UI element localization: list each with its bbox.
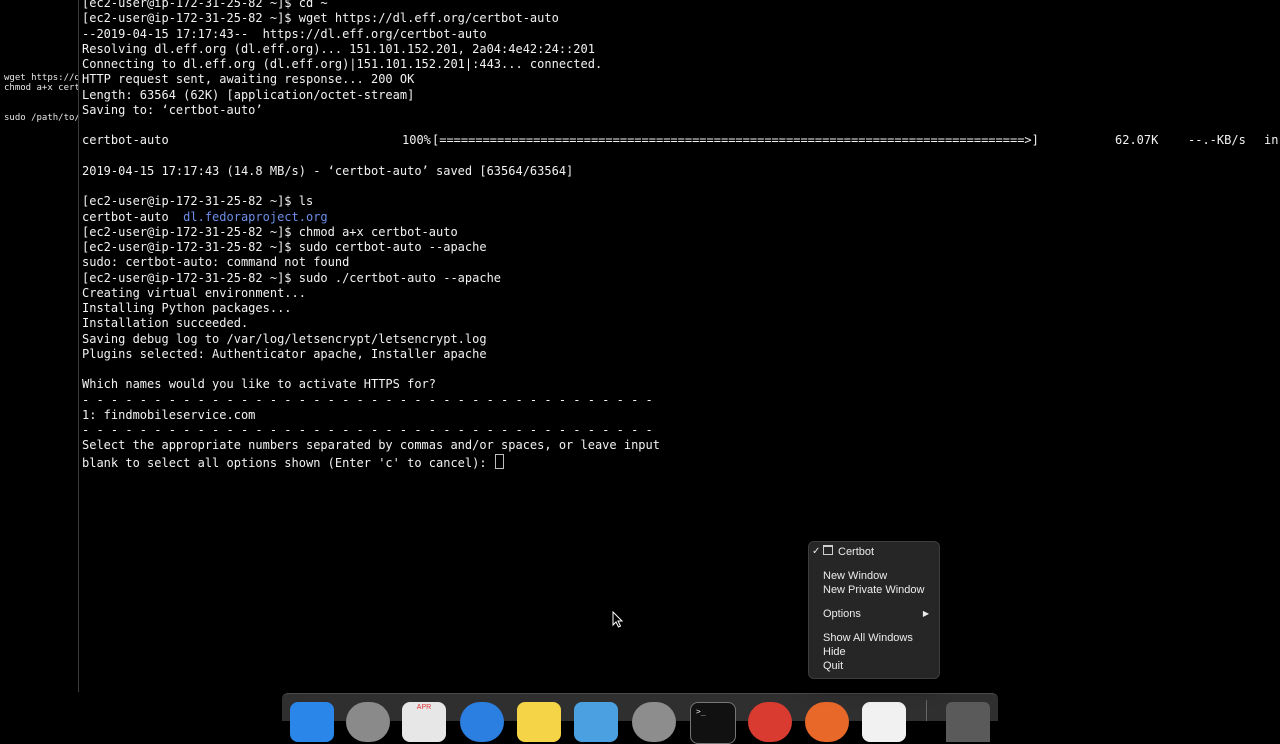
terminal-line: Resolving dl.eff.org (dl.eff.org)... 151… bbox=[82, 41, 595, 56]
notes-icon[interactable] bbox=[517, 702, 561, 742]
terminal-line: Which names would you like to activate H… bbox=[82, 377, 437, 392]
prompt-text: blank to select all options shown (Enter… bbox=[82, 455, 494, 470]
left-terminal-pane[interactable]: wget https://d chmod a+x cert sudo /path… bbox=[0, 0, 79, 692]
terminal-line: Connecting to dl.eff.org (dl.eff.org)|15… bbox=[82, 57, 603, 71]
terminal-line: [ec2-user@ip-172-31-25-82 ~]$ cd ~ bbox=[82, 0, 328, 10]
terminal-line: HTTP request sent, awaiting response... … bbox=[82, 72, 415, 87]
menu-item-show-all-windows[interactable]: Show All Windows bbox=[823, 631, 933, 645]
calendar-month: APR bbox=[416, 704, 432, 711]
menu-item-options[interactable]: Options ▶ bbox=[823, 607, 933, 621]
terminal-prompt-glyph: >_ bbox=[696, 707, 706, 716]
window-icon bbox=[823, 545, 833, 555]
menu-item-hide[interactable]: Hide bbox=[823, 645, 933, 659]
menu-item-new-private-window[interactable]: New Private Window bbox=[823, 583, 933, 597]
left-pane-line: wget https://d bbox=[4, 73, 79, 83]
terminal-line: Saving to: ‘certbot-auto’ bbox=[82, 102, 263, 117]
menu-item-label: Certbot bbox=[838, 546, 875, 558]
terminal-line: [ec2-user@ip-172-31-25-82 ~]$ wget https… bbox=[82, 11, 559, 26]
input-prompt-line: blank to select all options shown (Enter… bbox=[82, 453, 504, 470]
ls-file: certbot-auto bbox=[82, 209, 169, 224]
menu-item-label: Options bbox=[823, 608, 861, 620]
terminal-line: 1: findmobileservice.com bbox=[82, 407, 256, 422]
progress-rate: --.-KB/s bbox=[1188, 133, 1246, 148]
terminal-line: - - - - - - - - - - - - - - - - - - - - … bbox=[82, 392, 653, 407]
terminal-line: Installation succeeded. bbox=[82, 316, 249, 331]
terminal-line: Length: 63564 (62K) [application/octet-s… bbox=[82, 87, 415, 102]
terminal-line: Installing Python packages... bbox=[82, 301, 292, 315]
menu-item-certbot-window[interactable]: ✓ Certbot bbox=[812, 545, 933, 559]
progress-filename: certbot-auto bbox=[82, 133, 169, 148]
ls-directory: dl.fedoraproject.org bbox=[183, 209, 328, 224]
left-pane-line: sudo /path/to/ bbox=[4, 113, 79, 123]
terminal-window[interactable]: [ec2-user@ip-172-31-25-82 ~]$ cd ~ [ec2-u… bbox=[80, 0, 1280, 692]
terminal-line: --2019-04-15 17:17:43-- https://dl.eff.o… bbox=[82, 26, 487, 41]
terminal-line: [ec2-user@ip-172-31-25-82 ~]$ sudo ./cer… bbox=[82, 270, 502, 285]
launchpad-icon[interactable] bbox=[346, 702, 390, 742]
calendar-icon[interactable]: APR bbox=[402, 702, 446, 742]
progress-bar: [=======================================… bbox=[432, 133, 1039, 148]
menu-item-quit[interactable]: Quit bbox=[823, 659, 933, 673]
progress-size: 62.07K bbox=[1115, 133, 1159, 148]
terminal-line: [ec2-user@ip-172-31-25-82 ~]$ sudo certb… bbox=[82, 240, 487, 254]
terminal-line: [ec2-user@ip-172-31-25-82 ~]$ chmod a+x … bbox=[82, 224, 458, 239]
terminal-line: [ec2-user@ip-172-31-25-82 ~]$ ls bbox=[82, 194, 314, 209]
ls-output-line: certbot-auto dl.fedoraproject.org bbox=[82, 210, 328, 225]
left-pane-line: chmod a+x cert bbox=[4, 83, 79, 93]
terminal-line: Plugins selected: Authenticator apache, … bbox=[82, 346, 487, 361]
menu-item-new-window[interactable]: New Window bbox=[823, 569, 933, 583]
submenu-arrow-icon: ▶ bbox=[922, 609, 929, 618]
mouse-pointer-icon bbox=[612, 611, 624, 628]
chrome-icon[interactable] bbox=[748, 702, 792, 742]
safari-icon[interactable] bbox=[460, 702, 504, 742]
progress-percent: 100% bbox=[402, 133, 431, 148]
terminal-line: Select the appropriate numbers separated… bbox=[82, 438, 660, 453]
terminal-line: 2019-04-15 17:17:43 (14.8 MB/s) - ‘certb… bbox=[82, 163, 574, 178]
terminal-line: sudo: certbot-auto: command not found bbox=[82, 255, 350, 270]
terminal-line: Saving debug log to /var/log/letsencrypt… bbox=[82, 331, 487, 346]
checkmark-icon: ✓ bbox=[812, 546, 821, 557]
text-cursor[interactable] bbox=[494, 453, 504, 469]
terminal-icon[interactable]: >_ bbox=[690, 702, 736, 744]
firefox-icon[interactable] bbox=[805, 702, 849, 742]
terminal-line: Creating virtual environment... bbox=[82, 285, 306, 300]
download-progress-line: certbot-auto 100% [=======================… bbox=[82, 133, 1280, 148]
terminal-line: - - - - - - - - - - - - - - - - - - - - … bbox=[82, 423, 653, 437]
textedit-icon[interactable] bbox=[862, 702, 906, 742]
dock: APR >_ bbox=[282, 693, 998, 744]
mail-icon[interactable] bbox=[574, 702, 618, 742]
dock-context-menu: ✓ Certbot New Window New Private Window O… bbox=[808, 541, 940, 679]
trash-icon[interactable] bbox=[946, 702, 990, 742]
finder-icon[interactable] bbox=[290, 702, 334, 742]
ls-gap bbox=[169, 210, 183, 224]
system-preferences-icon[interactable] bbox=[632, 702, 676, 742]
dock-separator bbox=[926, 700, 927, 721]
progress-eta: in bbox=[1264, 133, 1279, 148]
